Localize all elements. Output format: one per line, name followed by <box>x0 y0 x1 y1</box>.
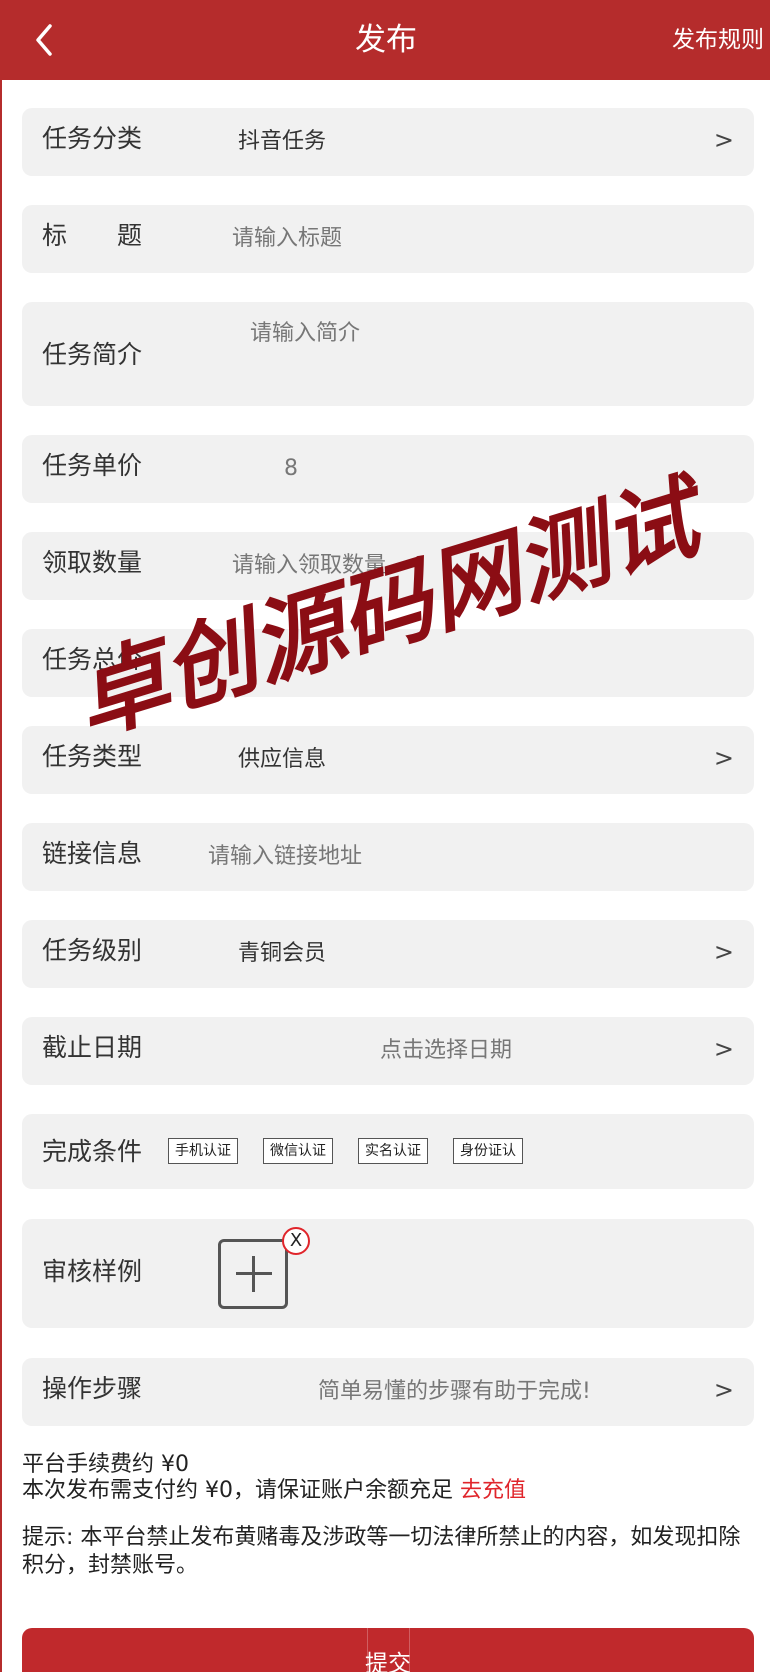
watermark-text: 卓创源码网测试 <box>62 461 722 755</box>
type-label: 任务类型 <box>42 742 143 771</box>
deadline-picker[interactable]: 点击选择日期 <box>380 1035 512 1067</box>
payment-note-text: 本次发布需支付约 ¥0，请保证账户余额充足 <box>22 1478 453 1503</box>
intro-textarea[interactable]: 请输入简介 <box>250 318 360 350</box>
conditions-label: 完成条件 <box>42 1137 143 1166</box>
level-label: 任务级别 <box>42 936 143 965</box>
deadline-arrow-icon: > <box>713 1035 734 1063</box>
remove-image-close-icon[interactable]: X <box>282 1227 310 1255</box>
title-label: 标 题 <box>42 221 143 250</box>
payment-note-line: 本次发布需支付约 ¥0，请保证账户余额充足 去充值 <box>22 1478 762 1504</box>
sample-label: 审核样例 <box>42 1257 143 1286</box>
unit-price-input[interactable]: 8 <box>284 453 298 485</box>
link-input[interactable]: 请输入链接地址 <box>208 841 362 873</box>
quantity-label: 领取数量 <box>42 548 143 577</box>
level-value: 青铜会员 <box>238 941 327 966</box>
unit-price-row: 任务单价 8 <box>22 435 754 503</box>
steps-arrow-icon: > <box>713 1376 734 1404</box>
title-row: 标 题 请输入标题 <box>22 205 754 273</box>
submit-label: 提交 <box>365 1651 411 1672</box>
category-row[interactable]: 任务分类 抖音任务 > <box>22 108 754 176</box>
steps-row[interactable]: 操作步骤 简单易懂的步骤有助于完成! > <box>22 1358 754 1426</box>
left-border <box>0 80 2 1672</box>
fee-info: 平台手续费约 ¥0 本次发布需支付约 ¥0，请保证账户余额充足 去充值 <box>22 1452 762 1504</box>
publish-rules-link[interactable]: 发布规则 <box>672 22 764 58</box>
notice-text: 提示: 本平台禁止发布黄赌毒及涉政等一切法律所禁止的内容，如发现扣除积分，封禁账… <box>22 1525 741 1578</box>
level-arrow-icon: > <box>713 938 734 966</box>
platform-fee-text: 平台手续费约 ¥0 <box>22 1452 189 1477</box>
back-button[interactable] <box>26 18 66 62</box>
recharge-link[interactable]: 去充值 <box>460 1478 526 1503</box>
intro-row: 任务简介 请输入简介 <box>22 302 754 406</box>
link-label: 链接信息 <box>42 839 143 868</box>
total-price-label: 任务总价 <box>42 645 143 674</box>
quantity-input[interactable]: 请输入领取数量 <box>232 550 386 582</box>
level-row[interactable]: 任务级别 青铜会员 > <box>22 920 754 988</box>
link-row: 链接信息 请输入链接地址 <box>22 823 754 891</box>
total-price-row: 任务总价 <box>22 629 754 697</box>
page-title: 发布 <box>355 22 417 58</box>
category-label: 任务分类 <box>42 124 143 153</box>
condition-phone-checkbox[interactable]: 手机认证 <box>168 1138 238 1164</box>
deadline-label: 截止日期 <box>42 1033 143 1062</box>
condition-idcard-checkbox[interactable]: 身份证认 <box>453 1138 523 1164</box>
condition-realname-checkbox[interactable]: 实名认证 <box>358 1138 428 1164</box>
intro-label: 任务简介 <box>42 340 143 369</box>
upload-image-button[interactable] <box>218 1239 288 1309</box>
type-arrow-icon: > <box>713 744 734 772</box>
steps-input[interactable]: 简单易懂的步骤有助于完成! <box>318 1376 591 1408</box>
chevron-left-icon <box>36 24 52 56</box>
top-bar: 发布 发布规则 <box>0 0 770 80</box>
type-row[interactable]: 任务类型 供应信息 > <box>22 726 754 794</box>
condition-wechat-checkbox[interactable]: 微信认证 <box>263 1138 333 1164</box>
steps-label: 操作步骤 <box>42 1374 143 1403</box>
category-value: 抖音任务 <box>238 129 327 154</box>
type-value: 供应信息 <box>238 747 327 772</box>
category-arrow-icon: > <box>713 126 734 154</box>
unit-price-label: 任务单价 <box>42 451 143 480</box>
conditions-row: 完成条件 手机认证 微信认证 实名认证 身份证认 <box>22 1114 754 1189</box>
quantity-row: 领取数量 请输入领取数量 <box>22 532 754 600</box>
submit-button[interactable]: 提交 <box>22 1628 754 1672</box>
sample-row: 审核样例 X <box>22 1219 754 1328</box>
title-input[interactable]: 请输入标题 <box>232 223 342 255</box>
deadline-row[interactable]: 截止日期 点击选择日期 > <box>22 1017 754 1085</box>
